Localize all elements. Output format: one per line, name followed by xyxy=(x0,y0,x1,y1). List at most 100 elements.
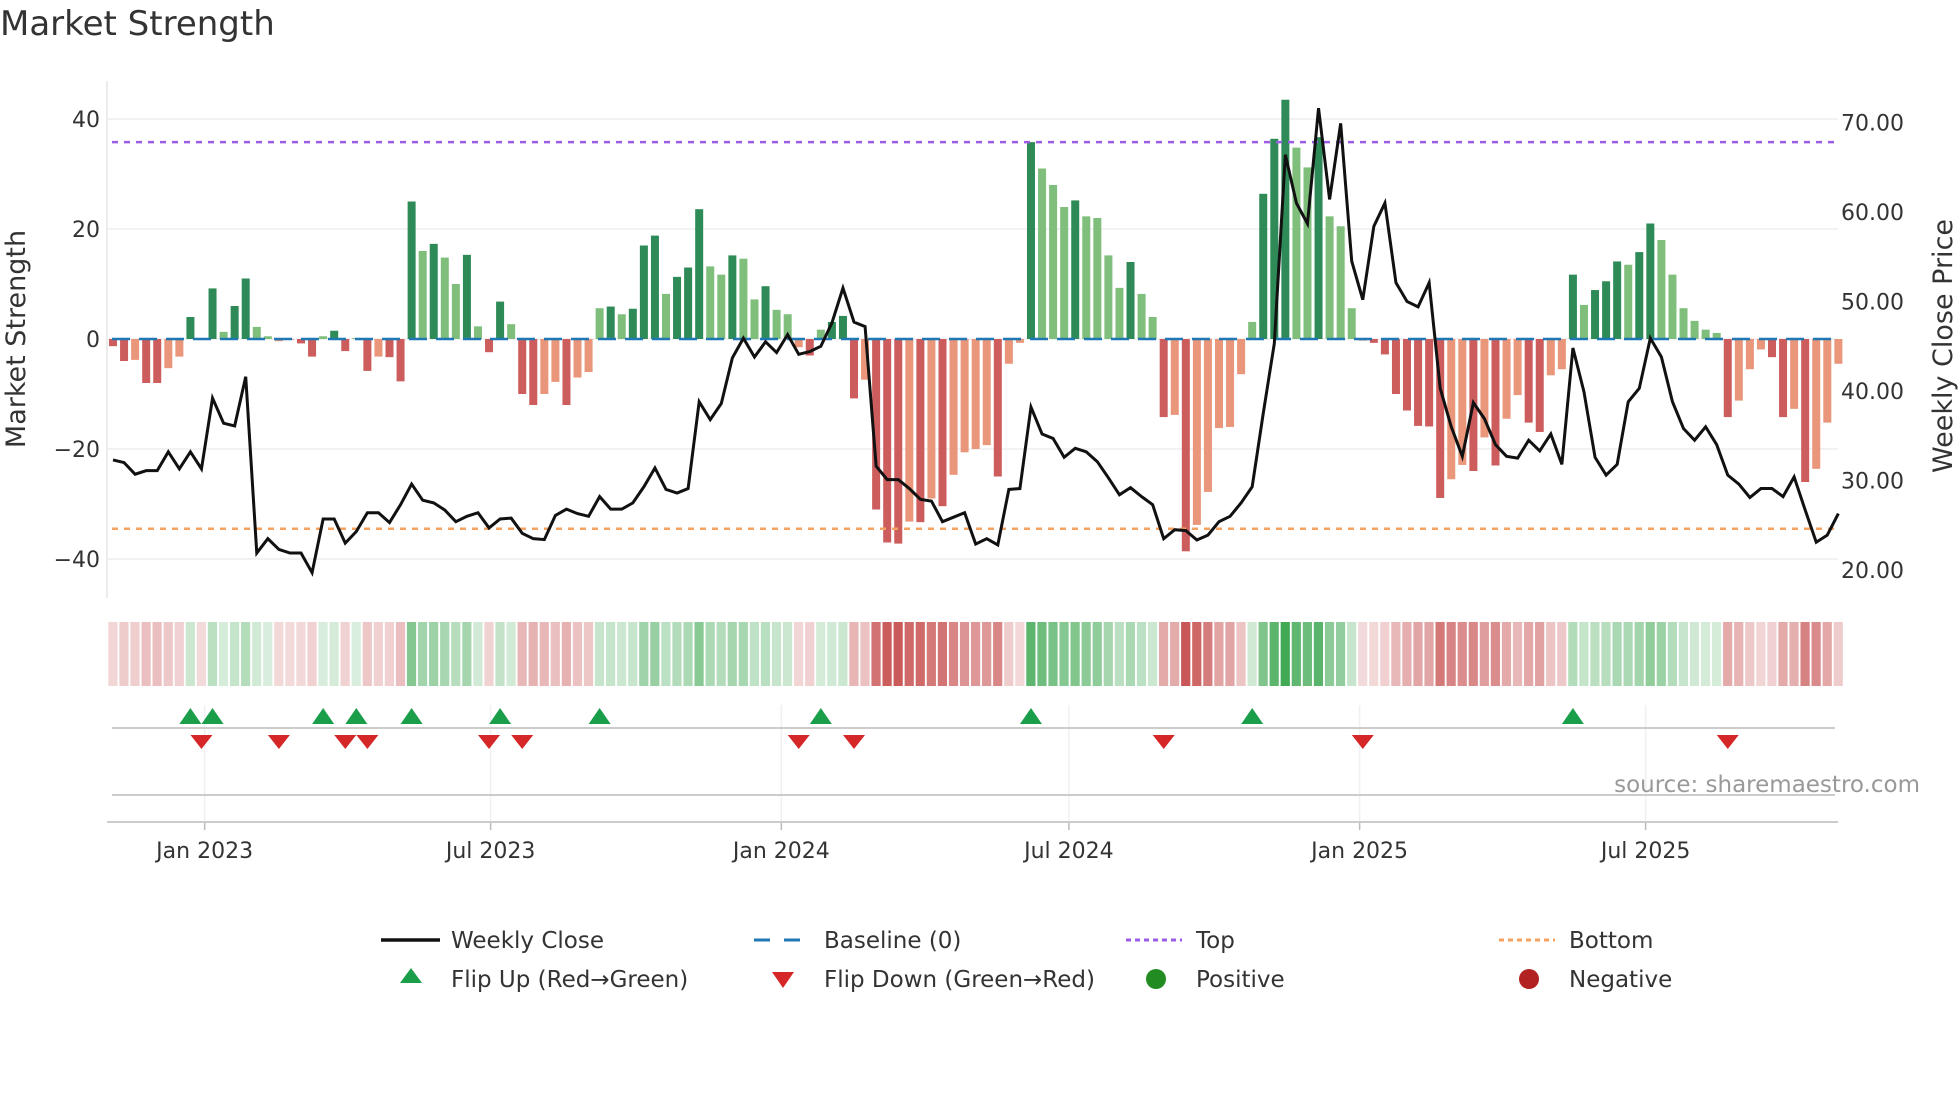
legend-label: Top xyxy=(1195,928,1235,954)
flip-up-marker xyxy=(312,708,335,724)
heat-strip-cell xyxy=(1700,622,1711,686)
heat-strip-cell xyxy=(1037,622,1047,686)
heat-strip-cell xyxy=(959,622,970,686)
strength-bar xyxy=(562,339,571,405)
strength-bar xyxy=(949,339,958,475)
y2-tick-label: 40.00 xyxy=(1841,380,1904,405)
flip-up-marker xyxy=(588,708,611,724)
heat-strip-cell xyxy=(1512,622,1523,686)
heat-strip-cell xyxy=(738,622,748,686)
heat-strip-cell xyxy=(1291,622,1301,686)
strength-bar xyxy=(507,324,516,339)
y2-axis-label: Weekly Close Price xyxy=(1928,219,1959,473)
heat-strip-cell xyxy=(1059,622,1069,686)
y-tick-label: −20 xyxy=(54,438,100,463)
strength-bar xyxy=(1602,281,1611,339)
strength-bar xyxy=(1071,200,1080,339)
heat-strip-cell xyxy=(683,622,693,686)
heat-strip-cell xyxy=(782,622,793,686)
heat-strip-cell xyxy=(1103,622,1113,686)
strength-bar xyxy=(1756,339,1765,350)
heat-strip-cell xyxy=(1468,622,1478,686)
strength-bar xyxy=(883,339,892,543)
strength-bar xyxy=(1414,339,1423,426)
heat-strip-cell xyxy=(384,622,394,686)
strength-bar xyxy=(1159,339,1168,418)
heat-strip-cell xyxy=(1523,622,1534,686)
strength-bar xyxy=(1060,207,1069,339)
strength-bar xyxy=(1812,339,1821,469)
heat-strip-cell xyxy=(1490,622,1500,686)
strength-bar xyxy=(407,201,416,339)
strength-bar xyxy=(850,339,859,399)
legend-label: Weekly Close xyxy=(451,928,604,954)
negative-dot-icon xyxy=(1519,969,1539,989)
flip-up-marker xyxy=(345,708,368,724)
heat-strip-cell xyxy=(1203,622,1213,686)
strength-bar xyxy=(186,317,195,339)
heat-strip-cell xyxy=(993,622,1003,686)
strength-bar xyxy=(673,276,682,339)
legend-label: Flip Up (Red→Green) xyxy=(451,967,688,993)
heat-strip-cell xyxy=(1601,622,1611,686)
strength-bar xyxy=(573,339,582,378)
strength-bar xyxy=(1170,339,1179,415)
strength-bar xyxy=(341,339,350,352)
legend-item-flip_down: Flip Down (Green→Red) xyxy=(772,967,1095,993)
x-tick-label: Jul 2025 xyxy=(1599,839,1691,864)
strength-bar xyxy=(1701,329,1710,339)
y-tick-label: 40 xyxy=(72,108,100,133)
heat-strip-cell xyxy=(495,622,505,686)
heat-strip-cell xyxy=(805,622,815,686)
strength-bar xyxy=(462,254,471,339)
strength-bar xyxy=(1380,339,1389,355)
heat-strip-cell xyxy=(1358,622,1368,686)
strength-bar xyxy=(153,339,162,383)
strength-bar xyxy=(1425,339,1434,427)
strength-bar xyxy=(1834,339,1843,364)
strength-bar xyxy=(1403,339,1412,411)
heat-strip-cell xyxy=(1479,622,1489,686)
heat-strip-cell xyxy=(639,622,649,686)
heat-strip-cell xyxy=(1170,622,1180,686)
heat-strip-cell xyxy=(130,622,140,686)
legend-item-flip_up: Flip Up (Red→Green) xyxy=(400,967,688,993)
heat-strip-cell xyxy=(1269,622,1279,686)
heat-strip-cell xyxy=(1214,622,1224,686)
flip-down-marker xyxy=(190,735,213,749)
strength-bar xyxy=(982,339,991,446)
strength-bar xyxy=(1823,339,1832,423)
heat-strip-cell xyxy=(594,622,605,686)
heat-strip-cell xyxy=(760,622,771,686)
heat-strip-cell xyxy=(882,622,892,686)
heat-strip-cell xyxy=(617,622,627,686)
flip-up-icon xyxy=(400,968,422,983)
heat-strip-cell xyxy=(1225,622,1235,686)
strength-bar xyxy=(1314,137,1323,339)
heat-strip-cell xyxy=(1590,622,1600,686)
strength-bar xyxy=(606,306,615,339)
strength-bar xyxy=(120,339,129,361)
strength-bar xyxy=(728,255,737,339)
strength-bar xyxy=(1679,308,1688,339)
flip-down-marker xyxy=(1716,735,1739,749)
flip-up-marker xyxy=(489,708,512,724)
strength-bar xyxy=(1148,317,1157,339)
heat-strip-cell xyxy=(229,622,240,686)
strength-bar xyxy=(971,339,980,449)
heat-strip-cell xyxy=(1280,622,1290,686)
strength-bar xyxy=(1524,339,1533,423)
strength-bar xyxy=(938,339,947,507)
heat-strip-cell xyxy=(1181,622,1191,686)
heat-strip-cell xyxy=(1457,622,1467,686)
flip-up-marker xyxy=(1561,708,1584,724)
heat-strip-cell xyxy=(285,622,295,686)
strength-bar xyxy=(473,326,482,339)
heat-strip-cell xyxy=(1236,622,1246,686)
heat-strip-cell xyxy=(1391,622,1401,686)
strength-bar xyxy=(1215,339,1223,429)
strength-bar xyxy=(142,339,151,383)
strength-bar xyxy=(750,299,759,339)
strength-bar xyxy=(451,284,460,339)
strength-bar xyxy=(684,267,693,339)
